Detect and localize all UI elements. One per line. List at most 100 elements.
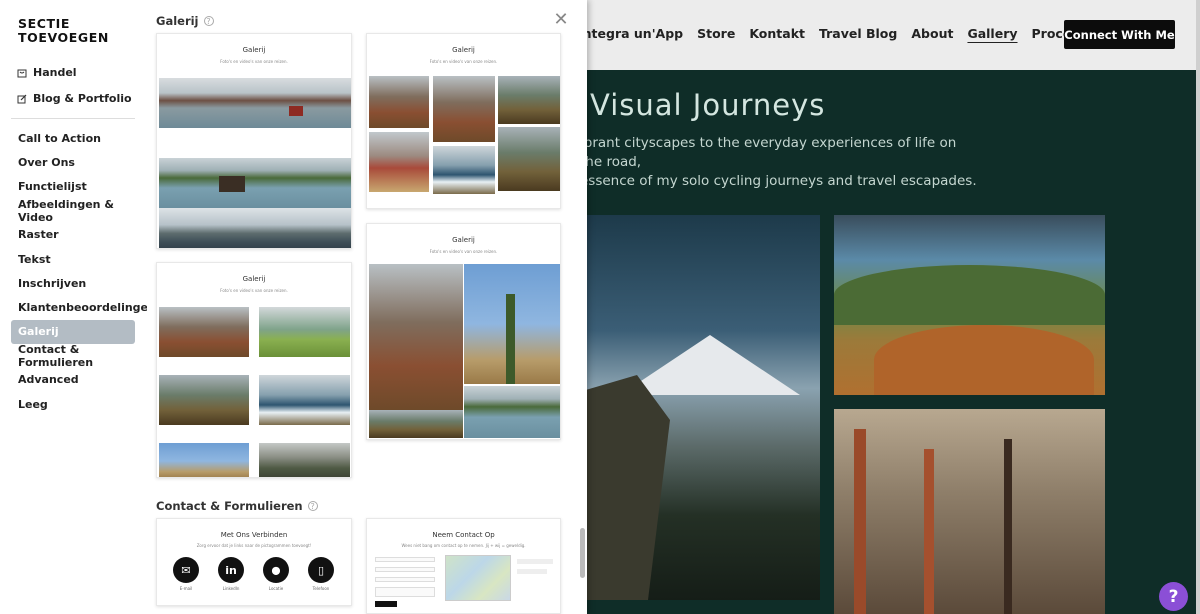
hero-title: Visual Journeys xyxy=(590,88,826,122)
sidebar-item-leeg[interactable]: Leeg xyxy=(11,392,135,416)
template-photo xyxy=(369,264,463,410)
close-icon[interactable]: ✕ xyxy=(553,11,569,29)
sidebar-item-raster[interactable]: Raster xyxy=(11,223,135,247)
help-icon[interactable]: ? xyxy=(203,16,214,26)
card-subtitle: Wees niet bang om contact op te nemen. J… xyxy=(401,543,526,548)
template-photo xyxy=(498,127,560,191)
sidebar-item-contact-formulieren[interactable]: Contact & Formulieren xyxy=(11,343,135,369)
sidebar-item-inschrijven[interactable]: Inschrijven xyxy=(11,271,135,295)
form-field xyxy=(375,577,435,582)
sidebar-item-over-ons[interactable]: Over Ons xyxy=(11,150,135,174)
phone-icon: ▯ xyxy=(308,557,334,583)
sidebar-item-functielijst[interactable]: Functielijst xyxy=(11,174,135,198)
page-scrollbar[interactable] xyxy=(1196,0,1200,614)
contact-template-card[interactable]: Neem Contact Op Wees niet bang om contac… xyxy=(366,518,561,614)
template-photo xyxy=(498,76,560,124)
form-field xyxy=(517,569,547,574)
template-photo xyxy=(433,76,495,142)
contact-label: Telefoon xyxy=(312,586,330,591)
nav-item-about[interactable]: About xyxy=(911,26,953,41)
template-photo xyxy=(464,386,560,438)
gallery-photo-cyclists[interactable] xyxy=(834,215,1105,395)
shop-icon xyxy=(17,68,27,78)
template-photo xyxy=(259,307,350,357)
nav-item-gallery[interactable]: Gallery xyxy=(967,26,1017,41)
section-title-text: Galerij xyxy=(156,14,199,28)
sidebar-item-handel[interactable]: Handel xyxy=(17,66,77,79)
template-photo xyxy=(259,375,350,425)
photo-detail xyxy=(506,294,515,384)
contact-label: Locatie xyxy=(268,586,284,591)
submit-button-preview xyxy=(375,601,397,607)
gallery-template-card[interactable]: Galerij Foto's en video's van onze reize… xyxy=(156,33,352,249)
hero-text-line: essence of my solo cycling journeys and … xyxy=(580,173,977,189)
card-title: Galerij xyxy=(452,46,475,54)
section-templates: Galerij ? ✕ Galerij Foto's en video's va… xyxy=(147,0,587,614)
photo-detail xyxy=(1004,439,1012,614)
site-nav: Integra un'App Store Kontakt Travel Blog… xyxy=(578,26,1079,41)
section-sidebar: SECTIE TOEVOEGEN Handel Blog & Portfolio… xyxy=(0,0,156,614)
nav-item-kontakt[interactable]: Kontakt xyxy=(749,26,805,41)
template-photo xyxy=(159,158,351,208)
map-preview xyxy=(445,555,511,601)
photo-detail xyxy=(834,265,1105,325)
nav-item-integra[interactable]: Integra un'App xyxy=(578,26,683,41)
sidebar-item-label: Blog & Portfolio xyxy=(33,92,132,105)
hero-text: ibrant cityscapes to the everyday experi… xyxy=(580,134,980,191)
photo-detail xyxy=(854,429,866,614)
edit-icon xyxy=(17,94,27,104)
contact-section-title: Contact & Formulieren ? xyxy=(156,499,318,513)
linkedin-icon: in xyxy=(218,557,244,583)
panel-title: SECTIE TOEVOEGEN xyxy=(18,17,109,45)
photo-detail xyxy=(219,176,245,192)
card-subtitle: Foto's en video's van onze reizen. xyxy=(429,249,498,254)
card-title: Galerij xyxy=(242,46,266,54)
photo-detail xyxy=(924,449,934,614)
photo-detail xyxy=(874,325,1094,395)
add-section-panel: SECTIE TOEVOEGEN Handel Blog & Portfolio… xyxy=(0,0,587,614)
panel-title-line: TOEVOEGEN xyxy=(18,30,109,45)
email-icon: ✉ xyxy=(173,557,199,583)
sidebar-divider xyxy=(11,118,135,119)
gallery-photo-bridge[interactable] xyxy=(834,409,1105,614)
help-icon[interactable]: ? xyxy=(307,501,318,511)
help-button[interactable]: ? xyxy=(1159,582,1188,611)
form-field xyxy=(375,587,435,597)
template-photo xyxy=(433,146,495,194)
template-photo xyxy=(259,443,350,477)
sidebar-item-call-to-action[interactable]: Call to Action xyxy=(11,126,135,150)
photo-detail xyxy=(620,335,800,395)
template-photo xyxy=(464,264,560,384)
gallery-template-card[interactable]: Galerij Foto's en video's van onze reize… xyxy=(156,262,352,478)
card-subtitle: Foto's en video's van onze reizen. xyxy=(220,59,288,64)
panel-scrollbar[interactable] xyxy=(580,528,585,578)
connect-button[interactable]: Connect With Me xyxy=(1064,20,1175,49)
card-title: Galerij xyxy=(452,236,475,244)
template-photo xyxy=(159,208,351,248)
gallery-photo-mountain[interactable] xyxy=(560,215,820,600)
sidebar-item-label: Handel xyxy=(33,66,77,79)
gallery-template-card[interactable]: Galerij Foto's en video's van onze reize… xyxy=(366,223,561,440)
gallery-template-card[interactable]: Galerij Foto's en video's van onze reize… xyxy=(366,33,561,209)
sidebar-item-advanced[interactable]: Advanced xyxy=(11,368,135,392)
nav-item-store[interactable]: Store xyxy=(697,26,735,41)
panel-title-line: SECTIE xyxy=(18,16,71,31)
form-field xyxy=(375,567,435,572)
sidebar-item-afbeeldingen-video[interactable]: Afbeeldingen & Video xyxy=(11,198,135,224)
template-photo xyxy=(159,307,249,357)
template-photo xyxy=(369,76,429,128)
contact-template-card[interactable]: Met Ons Verbinden Zorg ervoor dat je lin… xyxy=(156,518,352,606)
form-field xyxy=(517,559,553,564)
template-photo xyxy=(159,443,249,477)
sidebar-item-galerij[interactable]: Galerij xyxy=(11,319,135,344)
sidebar-item-klantenbeoordelingen[interactable]: Klantenbeoordelingen xyxy=(11,295,156,319)
form-field xyxy=(375,557,435,562)
gallery-section-title: Galerij ? xyxy=(156,14,214,28)
card-title: Galerij xyxy=(242,275,266,283)
contact-label: E-mail xyxy=(179,586,193,591)
nav-item-travel-blog[interactable]: Travel Blog xyxy=(819,26,897,41)
sidebar-item-tekst[interactable]: Tekst xyxy=(11,247,135,271)
card-title: Met Ons Verbinden xyxy=(220,531,288,539)
section-category-list: Call to Action Over Ons Functielijst Afb… xyxy=(11,126,156,416)
sidebar-item-blog-portfolio[interactable]: Blog & Portfolio xyxy=(17,92,132,105)
